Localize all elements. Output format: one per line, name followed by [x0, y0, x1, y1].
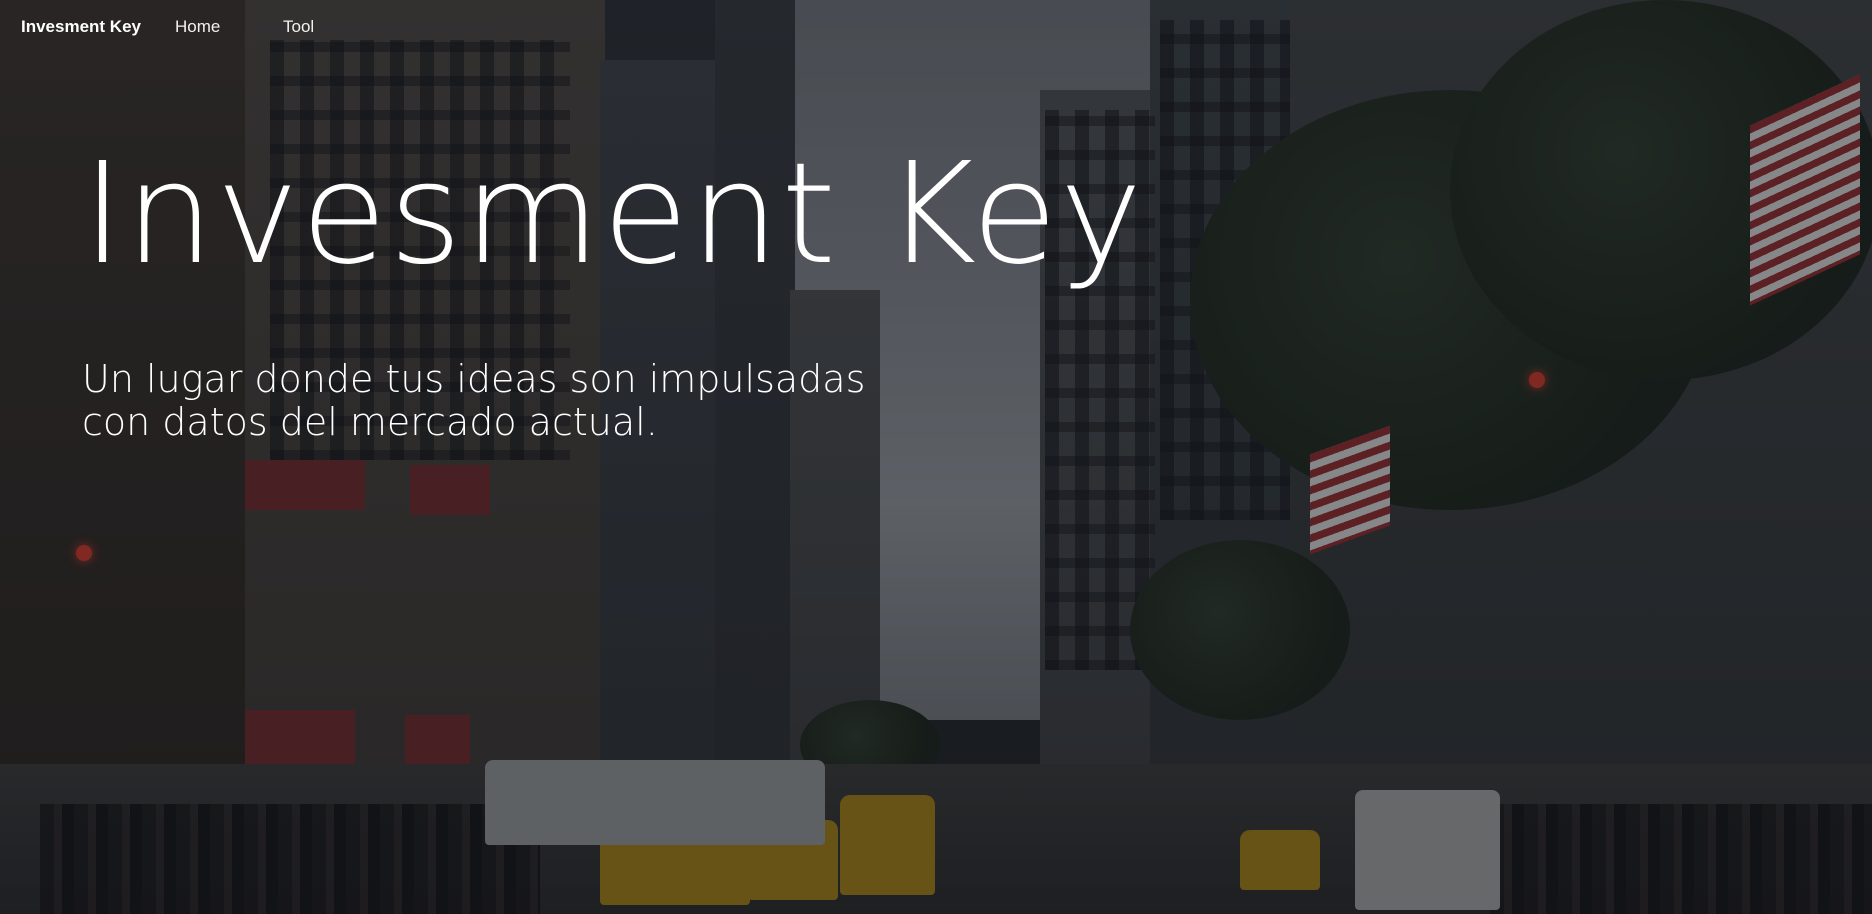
- nav-link-home[interactable]: Home: [175, 17, 220, 37]
- hero-subtitle-line-2: con datos del mercado actual.: [82, 399, 658, 444]
- hero-subtitle-line-1: Un lugar donde tus ideas son impulsadas: [82, 357, 866, 401]
- hero-section: Invesment Key Home Tool Invesment Key Un…: [0, 0, 1872, 914]
- nav-link-tool[interactable]: Tool: [283, 17, 314, 37]
- brand-link[interactable]: Invesment Key: [21, 17, 141, 37]
- hero-title: Invesment Key: [82, 133, 1145, 296]
- hero-subtitle: Un lugar donde tus ideas son impulsadas c…: [82, 358, 942, 443]
